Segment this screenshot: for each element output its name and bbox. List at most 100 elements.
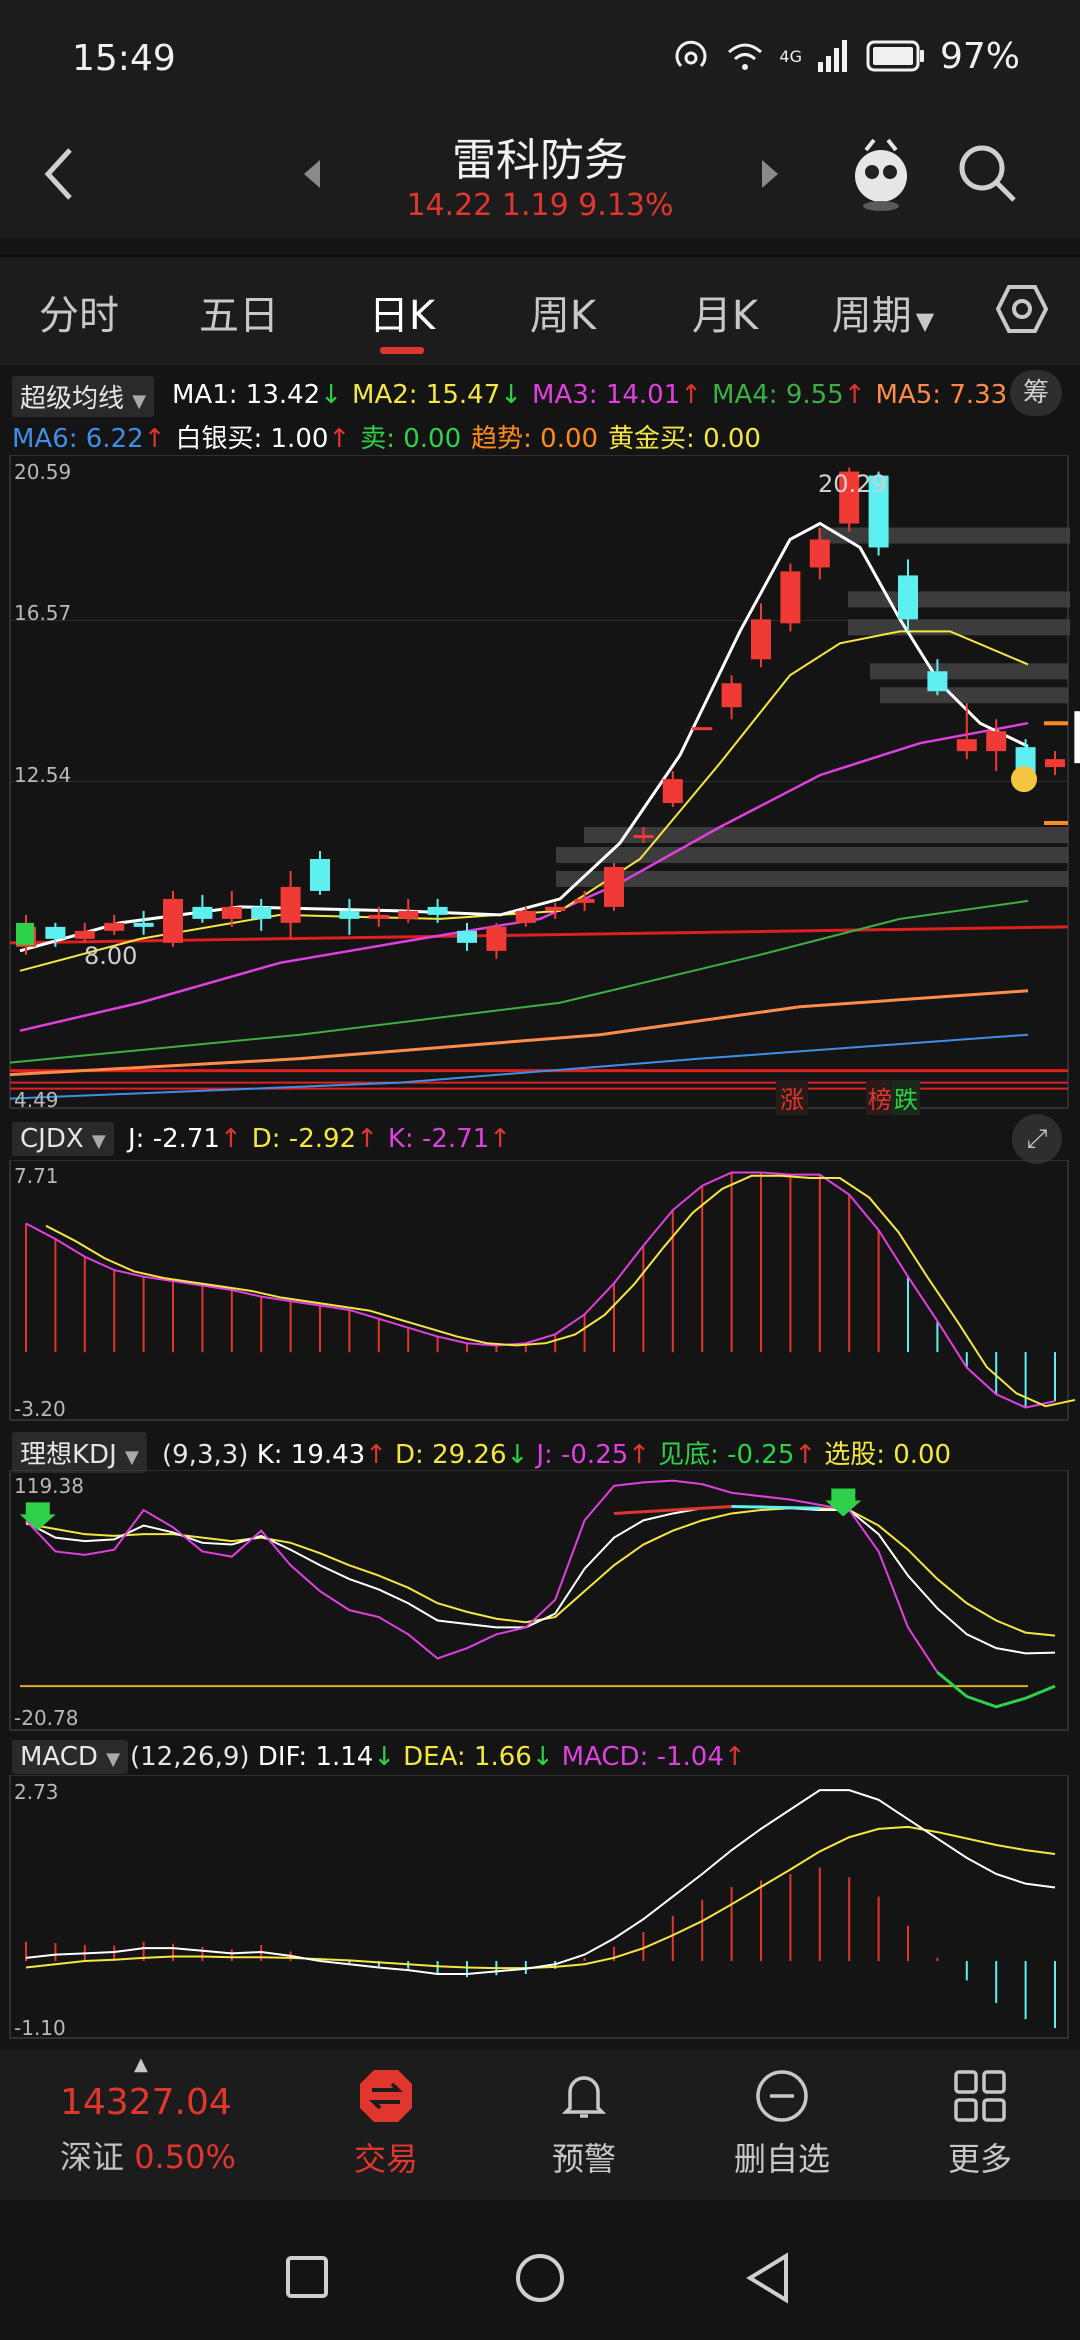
- legend-value: 卖: 0.00: [360, 424, 462, 454]
- legend-value: MA6: 6.22: [12, 424, 144, 454]
- nav-more-label: 更多: [947, 2140, 1012, 2178]
- ma-legend-row2: MA6: 6.22↑ 白银买: 1.00↑ 卖: 0.00 趋势: 0.00 黄金买: …: [12, 418, 771, 455]
- chevron-down-icon: ▼: [915, 307, 935, 335]
- legend-value: MA5: 7.33: [875, 380, 1008, 410]
- candle-down: [427, 906, 448, 915]
- macd-indicator-dropdown[interactable]: MACD ▼: [12, 1740, 129, 1774]
- candle-up: [780, 571, 801, 624]
- candle-down: [251, 906, 272, 919]
- arrow-up-icon: ↑: [794, 1440, 817, 1470]
- chevron-down-icon: ▼: [125, 1447, 139, 1468]
- candle-up: [662, 779, 683, 804]
- buy-signal-icon: [16, 922, 34, 945]
- nav-remove-watchlist-label: 删自选: [733, 2140, 830, 2178]
- candle-up: [633, 835, 654, 839]
- high-price-label: 20.29: [818, 470, 887, 498]
- arrow-up-icon: ↑: [356, 1124, 378, 1154]
- cjdx-indicator-dropdown[interactable]: CJDX ▼: [12, 1122, 114, 1156]
- back-nav-icon[interactable]: [744, 2252, 794, 2304]
- main-indicator-dropdown[interactable]: 超级均线 ▼: [12, 376, 155, 417]
- kdj-indicator-dropdown[interactable]: 理想KDJ ▼: [12, 1432, 147, 1473]
- home-icon[interactable]: [514, 2252, 566, 2304]
- tab-daily-k[interactable]: 日K: [327, 283, 477, 341]
- candle-up: [574, 898, 595, 903]
- index-pct: 0.50%: [134, 2138, 236, 2176]
- arrow-up-icon: ↑: [219, 1124, 242, 1154]
- index-name-line[interactable]: 深证 0.50%: [60, 2132, 236, 2178]
- tag-up[interactable]: 涨: [776, 1080, 808, 1115]
- legend-value: DEA: 1.66: [403, 1742, 532, 1772]
- candle-up: [809, 539, 830, 568]
- candlestick-chart[interactable]: [0, 455, 1080, 1110]
- candle-up: [280, 886, 301, 923]
- tab-intraday[interactable]: 分时: [4, 283, 154, 341]
- settings-icon[interactable]: [996, 283, 1048, 335]
- ma4-line: [9, 899, 1029, 1064]
- cjdx-k-line: [25, 1171, 1056, 1409]
- trade-icon: [360, 2070, 412, 2122]
- candle-up: [163, 898, 183, 943]
- kdj-top-highlight: [613, 1505, 732, 1515]
- legend-value: 趋势: 0.00: [471, 424, 599, 454]
- nav-remove-watchlist-button[interactable]: 删自选: [712, 2068, 852, 2180]
- arrow-up-icon: ↑: [143, 424, 166, 454]
- stock-price-line: 14.22 1.19 9.13%: [406, 188, 674, 223]
- chip-distribution-button[interactable]: 筹: [1010, 370, 1062, 416]
- macd-chart[interactable]: [0, 1775, 1080, 2040]
- candle-down: [133, 922, 154, 927]
- legend-value: MA2: 15.47: [352, 380, 501, 410]
- candle-up: [956, 739, 977, 752]
- nav-more-button[interactable]: 更多: [910, 2068, 1050, 2180]
- kdj-y-top: 119.38: [14, 1474, 84, 1498]
- kdj-chart[interactable]: [0, 1470, 1080, 1732]
- tab-five-day[interactable]: 五日: [164, 283, 314, 341]
- network-type: 4G: [779, 46, 802, 66]
- candle-down: [339, 910, 360, 919]
- mascot-icon[interactable]: [846, 134, 916, 214]
- tag-down[interactable]: 跌: [892, 1080, 920, 1115]
- macd-y-top: 2.73: [14, 1780, 59, 1804]
- macd-indicator-label: MACD: [20, 1742, 98, 1772]
- candle-up: [221, 906, 242, 919]
- macd-dif-line: [25, 1789, 1056, 1975]
- chevron-down-icon: ▼: [91, 1131, 106, 1152]
- hotspot-icon: [675, 40, 707, 68]
- index-value[interactable]: 14327.04: [60, 2082, 232, 2123]
- nav-trade-button[interactable]: 交易: [316, 2068, 456, 2180]
- wifi-icon: [728, 43, 763, 70]
- chip-bar: [848, 619, 1070, 636]
- chip-bar: [880, 687, 1068, 704]
- gold-coin-icon: [1011, 766, 1037, 793]
- tag-list[interactable]: 榜: [866, 1080, 894, 1115]
- cjdx-chart[interactable]: [0, 1160, 1080, 1422]
- kdj-indicator-label: 理想KDJ: [20, 1440, 117, 1470]
- search-icon[interactable]: [952, 138, 1022, 208]
- chevron-down-icon: ▼: [132, 391, 147, 412]
- chip-bar: [556, 870, 1068, 887]
- kdj-d-line: [25, 1507, 1056, 1637]
- expand-icon[interactable]: ⤢: [1012, 1114, 1062, 1164]
- arrow-down-icon: ↓: [320, 380, 343, 410]
- tab-monthly-k[interactable]: 月K: [650, 283, 800, 341]
- system-nav-bar: [0, 2200, 1080, 2340]
- candle-latest: [1074, 711, 1080, 764]
- tab-period-dropdown[interactable]: 周期 ▼: [808, 283, 958, 341]
- nav-alert-label: 预警: [551, 2140, 616, 2178]
- sell-arrow-icon: [825, 1488, 862, 1517]
- arrow-up-icon: ↑: [628, 1440, 651, 1470]
- cjdx-y-bottom: -3.20: [14, 1397, 66, 1421]
- ma-legend-row1: MA1: 13.42↓ MA2: 15.47↓ MA3: 14.01↑ MA4: 9.…: [172, 380, 1039, 410]
- cjdx-legend: J: -2.71↑ D: -2.92↑ K: -2.71↑: [128, 1124, 521, 1154]
- nav-alert-button[interactable]: 预警: [514, 2068, 654, 2180]
- y-axis-top: 20.59: [14, 460, 72, 484]
- candle-up: [398, 910, 419, 919]
- candle-up: [545, 906, 566, 911]
- recent-apps-icon[interactable]: [284, 2254, 330, 2300]
- legend-value: 选股: 0.00: [824, 1440, 952, 1470]
- legend-value: D: -2.92: [251, 1124, 357, 1154]
- arrow-up-icon: ↑: [328, 424, 351, 454]
- next-stock-arrow-icon[interactable]: [758, 154, 782, 194]
- cjdx-indicator-label: CJDX: [20, 1124, 84, 1154]
- candle-up: [1045, 759, 1065, 768]
- tab-weekly-k[interactable]: 周K: [488, 283, 638, 341]
